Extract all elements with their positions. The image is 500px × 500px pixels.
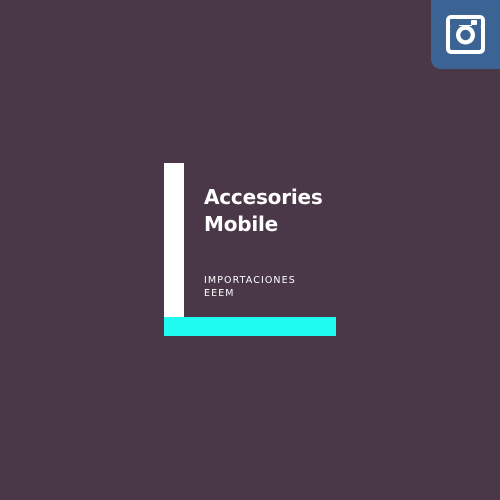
brand-title-line1: Accesories <box>204 185 323 209</box>
brand-title: Accesories Mobile <box>204 184 323 238</box>
brand-subtitle-line2: EEEM <box>204 288 235 299</box>
instagram-icon <box>446 15 485 54</box>
brand-logo: Accesories Mobile IMPORTACIONES EEEM <box>164 163 336 337</box>
instagram-button[interactable] <box>431 0 500 69</box>
brand-subtitle: IMPORTACIONES EEEM <box>204 274 296 300</box>
brand-title-line2: Mobile <box>204 212 279 236</box>
logo-horizontal-bar <box>164 317 336 336</box>
brand-subtitle-line1: IMPORTACIONES <box>204 275 296 286</box>
logo-vertical-bar <box>164 163 184 318</box>
